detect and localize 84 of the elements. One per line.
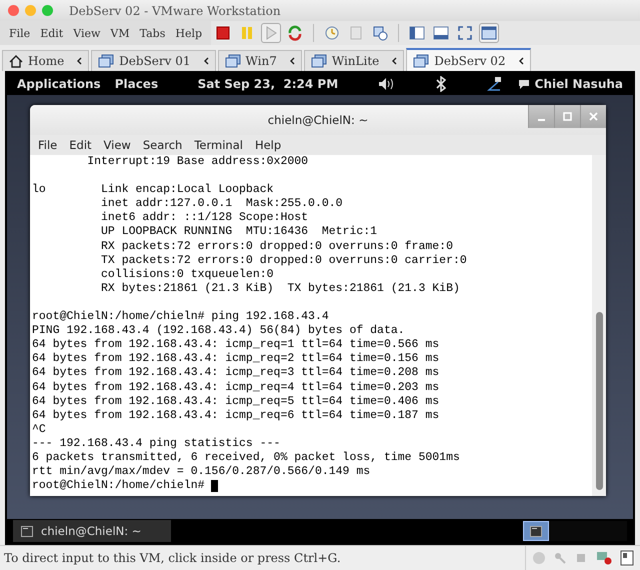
fullscreen-icon[interactable] bbox=[457, 25, 474, 41]
vm-tab[interactable]: DebServ 02 bbox=[406, 48, 531, 71]
caret-icon[interactable] bbox=[77, 57, 82, 65]
panel-menu[interactable]: Places bbox=[114, 77, 158, 91]
window-title: DebServ 02 - VMware Workstation bbox=[69, 4, 281, 18]
terminal-line: root@ChielN:/home/chieln# bbox=[32, 479, 206, 494]
terminal-line: lo Link encap:Local Loopback bbox=[32, 183, 274, 198]
caret-icon[interactable] bbox=[204, 57, 208, 65]
terminal-line: RX bytes:21861 (21.3 KiB) TX bytes:21861 (21.3 KiB) bbox=[100, 282, 460, 296]
terminal-line: 64 bytes from 192.168.43.4: icmp_req=1 ttl=64 time=0.566 ms bbox=[32, 338, 440, 352]
terminal-line: 6 packets transmitted, 6 received, 0% packet loss, time 5001ms bbox=[32, 450, 460, 466]
menu-item[interactable]: Edit bbox=[35, 26, 68, 40]
menu-item[interactable]: VM bbox=[105, 26, 135, 40]
menu-item[interactable]: Tabs bbox=[134, 26, 170, 40]
terminal-line: TX packets:72 errors:0 dropped:0 overruns:0 carrier:0 bbox=[100, 254, 467, 268]
vm-tab[interactable]: DebServ 01 bbox=[91, 50, 216, 71]
terminal-line: rtt min/avg/max/mdev = 0.156/0.287/0.566/0.149 ms bbox=[32, 465, 370, 480]
terminal-line: --- 192.168.43.4 ping statistics --- bbox=[32, 436, 280, 451]
unity-icon[interactable] bbox=[481, 26, 498, 40]
close-icon bbox=[589, 112, 598, 121]
vm-tab[interactable]: Home bbox=[2, 50, 90, 71]
panel-menu[interactable]: Applications bbox=[17, 77, 101, 91]
terminal-line: 64 bytes from 192.168.43.4: icmp_req=2 ttl=64 time=0.156 ms bbox=[32, 352, 440, 366]
terminal-icon bbox=[21, 526, 33, 536]
terminal-line: ^C bbox=[32, 422, 46, 437]
menu-item[interactable]: View bbox=[68, 26, 106, 40]
menu-item[interactable]: Help bbox=[170, 26, 208, 40]
minimize-button[interactable] bbox=[528, 105, 554, 128]
snapshot-manager-icon[interactable] bbox=[372, 25, 388, 41]
user-name[interactable]: Chiel Nasuha bbox=[534, 77, 623, 91]
caret-icon[interactable] bbox=[290, 57, 295, 65]
terminal-title: chieln@ChielN: ~ bbox=[268, 113, 368, 127]
menu-item[interactable]: Help bbox=[248, 138, 288, 152]
terminal-line: PING 192.168.43.4 (192.168.43.4) 56(84) bytes of data. bbox=[32, 324, 405, 338]
terminal-line: 64 bytes from 192.168.43.4: icmp_req=5 ttl=64 time=0.406 ms bbox=[32, 394, 440, 409]
menu-item[interactable]: File bbox=[4, 26, 36, 40]
terminal-line: inet6 addr: ::1/128 Scope:Host bbox=[100, 211, 308, 226]
caret-icon[interactable] bbox=[392, 57, 398, 65]
stop-icon[interactable] bbox=[216, 26, 230, 40]
scrollbar[interactable] bbox=[592, 155, 606, 496]
sidebar-icon[interactable] bbox=[409, 26, 426, 40]
caret-icon[interactable] bbox=[518, 56, 524, 64]
terminal-line: inet addr:127.0.0.1 Mask:255.0.0.0 bbox=[100, 197, 343, 212]
clock[interactable]: Sat Sep 23, 2:24 PM bbox=[198, 77, 338, 91]
refresh-icon[interactable] bbox=[287, 25, 304, 41]
terminal-line: 64 bytes from 192.168.43.4: icmp_req=4 ttl=64 time=0.203 ms bbox=[32, 380, 440, 395]
home-icon bbox=[9, 54, 23, 68]
vm-icon bbox=[98, 54, 114, 68]
text-cursor bbox=[211, 480, 218, 492]
menu-item[interactable]: Edit bbox=[63, 138, 98, 152]
vm-icon bbox=[413, 54, 430, 68]
close-button[interactable] bbox=[580, 105, 606, 128]
terminal-line: root@ChielN:/home/chieln# ping 192.168.43.4 bbox=[32, 310, 329, 324]
scroll-thumb[interactable] bbox=[596, 312, 603, 490]
volume-icon[interactable] bbox=[378, 77, 396, 91]
terminal-line: 64 bytes from 192.168.43.4: icmp_req=3 ttl=64 time=0.208 ms bbox=[32, 366, 440, 380]
status-text: To direct input to this VM, click inside or press Ctrl+G. bbox=[3, 551, 342, 565]
terminal-line: Interrupt:19 Base address:0x2000 bbox=[86, 155, 308, 170]
panel-icon[interactable] bbox=[433, 26, 450, 40]
vm-icon bbox=[224, 54, 240, 68]
taskbar-button[interactable]: chieln@ChielN: ~ bbox=[13, 520, 171, 542]
maximize-icon bbox=[563, 112, 572, 121]
bluetooth-icon[interactable] bbox=[436, 76, 446, 92]
menu-item[interactable]: Terminal bbox=[188, 138, 249, 152]
minimize-icon bbox=[538, 118, 545, 120]
menu-item[interactable]: File bbox=[32, 138, 64, 152]
close-button[interactable] bbox=[8, 5, 19, 16]
network-adapter-icon[interactable] bbox=[596, 551, 612, 565]
terminal-line: UP LOOPBACK RUNNING MTU:16436 Metric:1 bbox=[100, 225, 378, 240]
workspace-button[interactable] bbox=[523, 521, 549, 541]
message-log-icon[interactable] bbox=[620, 550, 634, 566]
terminal-line: RX packets:72 errors:0 dropped:0 overruns:0 frame:0 bbox=[100, 240, 453, 254]
chat-icon[interactable] bbox=[518, 78, 530, 90]
snapshot-icon[interactable] bbox=[324, 25, 340, 41]
vm-icon bbox=[310, 54, 327, 68]
terminal-line: collisions:0 txqueuelen:0 bbox=[100, 268, 274, 282]
terminal-line: 64 bytes from 192.168.43.4: icmp_req=6 ttl=64 time=0.187 ms bbox=[32, 408, 440, 423]
maximize-button[interactable] bbox=[554, 105, 580, 128]
menu-item[interactable]: View bbox=[98, 138, 137, 152]
vm-tab[interactable]: WinLite bbox=[304, 50, 404, 71]
menu-item[interactable]: Search bbox=[136, 138, 188, 152]
terminal-icon bbox=[530, 526, 542, 536]
network-icon[interactable] bbox=[486, 76, 502, 92]
vm-tab[interactable]: Win7 bbox=[218, 50, 302, 71]
